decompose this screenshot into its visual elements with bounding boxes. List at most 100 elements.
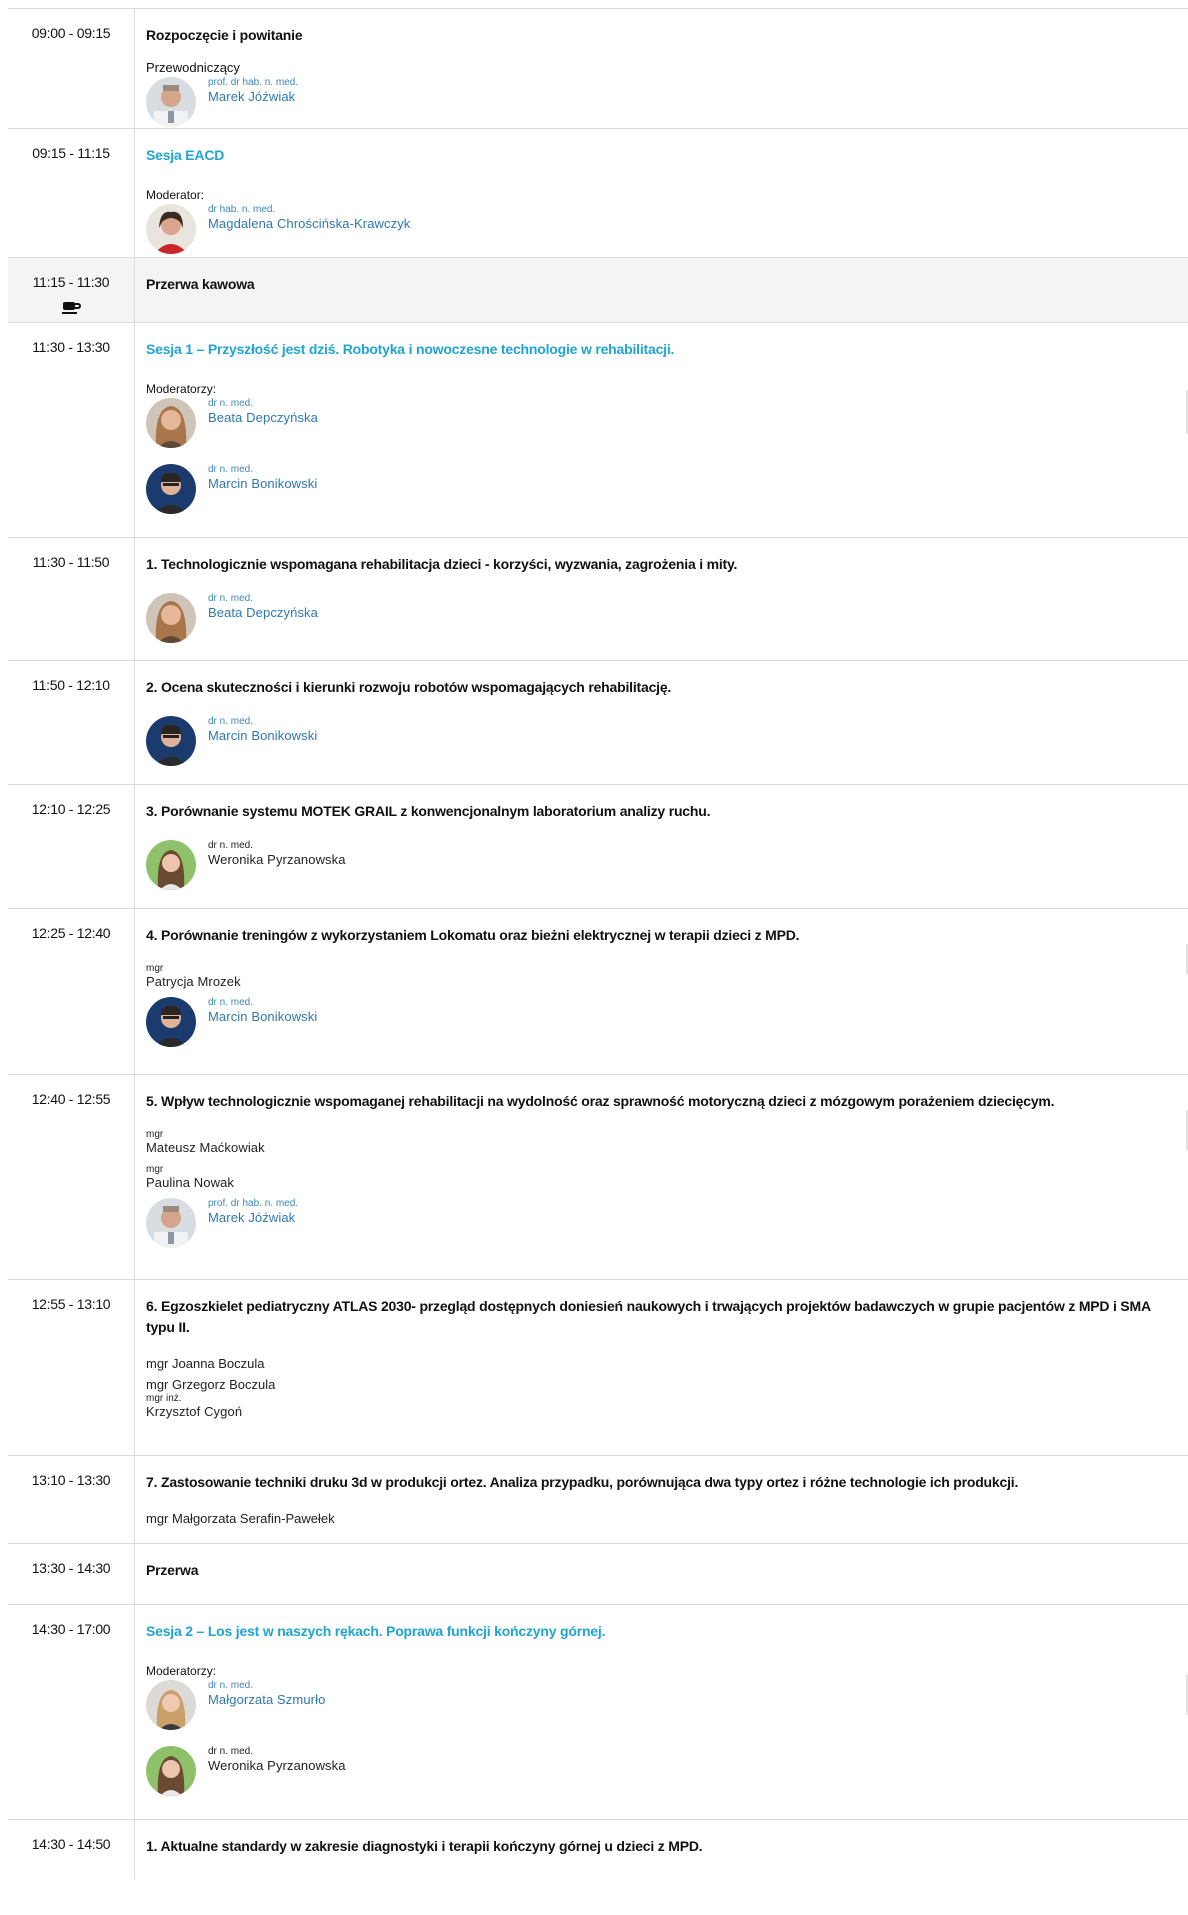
time-text: 11:15 - 11:30 [32, 274, 110, 290]
session-title-link[interactable]: Sesja 1 – Przyszłość jest dziś. Robotyka… [146, 339, 1178, 360]
speaker[interactable]: dr n. med. Beata Depczyńska [146, 593, 1178, 643]
agenda-item: Przerwa [134, 1544, 1188, 1604]
speaker-avatar[interactable] [146, 593, 196, 643]
agenda-item: 7. Zastosowanie techniki druku 3d w prod… [134, 1456, 1188, 1543]
speaker[interactable]: dr n. med. Marcin Bonikowski [146, 716, 1178, 766]
speaker-avatar [146, 840, 196, 890]
speaker-name-text: Mateusz Maćkowiak [146, 1140, 265, 1155]
speaker: dr n. med. Weronika Pyrzanowska [146, 1746, 1178, 1796]
time-slot: 09:00 - 09:15 [31, 25, 111, 41]
agenda-row: 09:00 - 09:15 Rozpoczęcie i powitanie Pr… [8, 8, 1188, 128]
session-title-link[interactable]: Sesja EACD [146, 145, 1178, 166]
item-title: 1. Aktualne standardy w zakresie diagnos… [146, 1838, 703, 1854]
time-slot: 11:15 - 11:30 [8, 258, 134, 322]
speaker-name[interactable]: dr n. med. Małgorzata Szmurło [208, 1680, 325, 1707]
session-title-link[interactable]: Sesja 2 – Los jest w naszych rękach. Pop… [146, 1621, 1178, 1642]
speaker-degree: dr n. med. [208, 716, 254, 727]
agenda-item: 2. Ocena skuteczności i kierunki rozwoju… [134, 661, 1188, 784]
speaker-name[interactable]: dr n. med. Marcin Bonikowski [208, 464, 317, 491]
speaker[interactable]: dr n. med. Marcin Bonikowski [146, 997, 1178, 1047]
agenda-row: 12:55 - 13:10 6. Egzoszkielet pediatrycz… [8, 1279, 1188, 1455]
speaker-degree: dr n. med. [208, 464, 254, 475]
role-label: Moderator: [146, 188, 205, 202]
speaker-degree: prof. dr hab. n. med. [208, 77, 299, 88]
speaker-name-link[interactable]: Marcin Bonikowski [208, 476, 317, 491]
speaker: dr n. med. Weronika Pyrzanowska [146, 840, 1178, 890]
speaker-degree: dr n. med. [208, 840, 254, 851]
speaker-name-link[interactable]: Marcin Bonikowski [208, 1009, 317, 1024]
agenda-row: 11:30 - 11:50 1. Technologicznie wspomag… [8, 537, 1188, 660]
agenda-item: Sesja 2 – Los jest w naszych rękach. Pop… [134, 1605, 1188, 1819]
agenda-item: Sesja EACD Moderator: dr hab. n. med. Ma… [134, 129, 1188, 257]
time-slot: 12:55 - 13:10 [31, 1296, 111, 1312]
speaker-name-link[interactable]: Marek Jóźwiak [208, 1210, 298, 1225]
speaker-name[interactable]: dr n. med. Beata Depczyńska [208, 593, 318, 620]
speaker-avatar[interactable] [146, 464, 196, 514]
speaker[interactable]: dr n. med. Beata Depczyńska [146, 398, 1178, 448]
speaker-name-link[interactable]: Beata Depczyńska [208, 410, 318, 425]
speaker-degree: dr n. med. [208, 1746, 254, 1757]
speaker[interactable]: prof. dr hab. n. med. Marek Jóźwiak [146, 1198, 1178, 1248]
agenda-row: 13:10 - 13:30 7. Zastosowanie techniki d… [8, 1455, 1188, 1543]
speaker-name[interactable]: prof. dr hab. n. med. Marek Jóźwiak [208, 77, 298, 104]
speaker-text: mgr Grzegorz Boczula [146, 1377, 276, 1392]
item-title: 4. Porównanie treningów z wykorzystaniem… [146, 927, 800, 943]
agenda-item: Przerwa kawowa [134, 258, 1188, 322]
speaker-name-link[interactable]: Magdalena Chrościńska-Krawczyk [208, 216, 410, 231]
speaker[interactable]: dr n. med. Marcin Bonikowski [146, 464, 1178, 514]
speaker-degree: dr n. med. [208, 1680, 254, 1691]
item-title: Przerwa kawowa [146, 276, 255, 292]
speaker-degree: dr n. med. [208, 997, 254, 1008]
speaker-name[interactable]: dr n. med. Marcin Bonikowski [208, 716, 317, 743]
speaker-name-link[interactable]: Marcin Bonikowski [208, 728, 317, 743]
speaker-degree: mgr inż. [146, 1393, 182, 1404]
agenda-item: 6. Egzoszkielet pediatryczny ATLAS 2030-… [134, 1280, 1188, 1455]
time-slot: 11:50 - 12:10 [32, 677, 110, 693]
agenda-item: 4. Porównanie treningów z wykorzystaniem… [134, 909, 1188, 1074]
speaker-avatar[interactable] [146, 997, 196, 1047]
speaker-text: mgr Mateusz Maćkowiak [146, 1130, 1178, 1156]
speaker[interactable]: dr hab. n. med. Magdalena Chrościńska-Kr… [146, 204, 1178, 254]
time-slot: 12:10 - 12:25 [31, 801, 111, 817]
speaker-degree: dr n. med. [208, 593, 254, 604]
speaker[interactable]: dr n. med. Małgorzata Szmurło [146, 1680, 1178, 1730]
time-slot: 12:25 - 12:40 [31, 925, 111, 941]
speaker-name[interactable]: dr hab. n. med. Magdalena Chrościńska-Kr… [208, 204, 410, 231]
speaker-text: mgr inż. Krzysztof Cygoń [146, 1393, 1178, 1420]
speaker-degree: dr hab. n. med. [208, 204, 276, 215]
speaker-name: dr n. med. Weronika Pyrzanowska [208, 840, 346, 867]
speaker-name-link[interactable]: Marek Jóźwiak [208, 89, 298, 104]
time-slot: 11:30 - 11:50 [32, 554, 110, 570]
speaker-avatar[interactable] [146, 398, 196, 448]
agenda-item: 1. Technologicznie wspomagana rehabilita… [134, 538, 1188, 660]
speaker-avatar[interactable] [146, 77, 196, 127]
agenda-item: 5. Wpływ technologicznie wspomaganej reh… [134, 1075, 1188, 1279]
item-title: Rozpoczęcie i powitanie [146, 27, 303, 43]
speaker-name-link[interactable]: Małgorzata Szmurło [208, 1692, 325, 1707]
agenda-row: 12:10 - 12:25 3. Porównanie systemu MOTE… [8, 784, 1188, 908]
speaker-degree: mgr [146, 963, 164, 974]
speaker-name-link[interactable]: Beata Depczyńska [208, 605, 318, 620]
speaker-name: dr n. med. Weronika Pyrzanowska [208, 1746, 346, 1773]
speaker-name[interactable]: dr n. med. Marcin Bonikowski [208, 997, 317, 1024]
speaker-name[interactable]: prof. dr hab. n. med. Marek Jóźwiak [208, 1198, 298, 1225]
agenda-item: Rozpoczęcie i powitanie Przewodniczący p… [134, 9, 1188, 128]
time-slot: 12:40 - 12:55 [31, 1091, 111, 1107]
speaker-degree: dr n. med. [208, 398, 254, 409]
item-title: Przerwa [146, 1562, 199, 1578]
speaker-avatar[interactable] [146, 1680, 196, 1730]
coffee-cup-icon [62, 302, 81, 314]
speaker-text: mgr Paulina Nowak [146, 1165, 1178, 1191]
item-title: 5. Wpływ technologicznie wspomaganej reh… [146, 1093, 1055, 1109]
agenda-row: 12:40 - 12:55 5. Wpływ technologicznie w… [8, 1074, 1188, 1279]
speaker-avatar[interactable] [146, 1198, 196, 1248]
speaker-avatar[interactable] [146, 716, 196, 766]
speaker-text: mgr Joanna Boczula [146, 1356, 265, 1371]
agenda-row: 14:30 - 17:00 Sesja 2 – Los jest w naszy… [8, 1604, 1188, 1819]
speaker[interactable]: prof. dr hab. n. med. Marek Jóźwiak [146, 77, 1178, 127]
speaker-avatar[interactable] [146, 204, 196, 254]
agenda-row: 13:30 - 14:30 Przerwa [8, 1543, 1188, 1604]
agenda-row: 12:25 - 12:40 4. Porównanie treningów z … [8, 908, 1188, 1074]
speaker-name[interactable]: dr n. med. Beata Depczyńska [208, 398, 318, 425]
speaker-degree: prof. dr hab. n. med. [208, 1198, 299, 1209]
